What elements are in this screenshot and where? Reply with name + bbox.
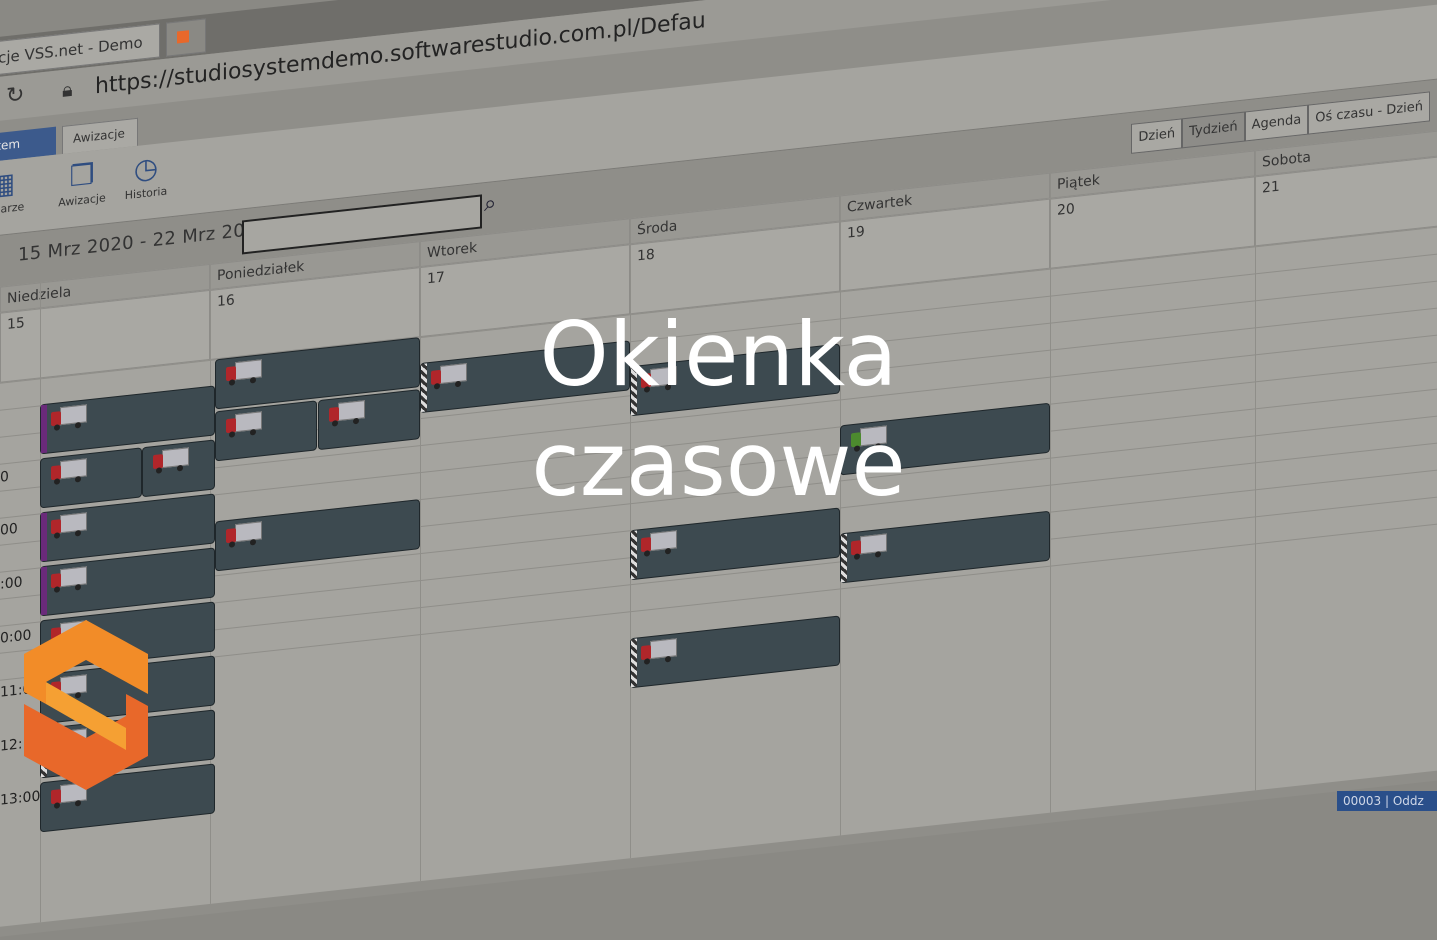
truck-icon: [641, 638, 677, 665]
appointment-block[interactable]: [840, 510, 1050, 584]
close-icon[interactable]: ×: [157, 30, 160, 49]
view-week[interactable]: Tydzień: [1182, 111, 1245, 149]
time-label: 13:00: [0, 788, 41, 809]
truck-icon: [641, 530, 677, 557]
truck-icon: [51, 566, 87, 593]
view-timeline-day[interactable]: Oś czasu - Dzień: [1308, 91, 1430, 135]
status-hatch: [841, 533, 847, 583]
time-label: 00: [0, 520, 18, 539]
view-agenda[interactable]: Agenda: [1244, 104, 1309, 142]
status-stripe: [41, 566, 47, 616]
status-hatch: [631, 530, 637, 580]
overlay-title-line1: Okienka: [539, 303, 898, 406]
calendars-button[interactable]: ▦ endarze: [0, 163, 34, 219]
lock-icon: 🔒︎: [62, 76, 73, 103]
browser-tab-second[interactable]: [166, 18, 206, 57]
search-icon[interactable]: ⌕: [484, 191, 496, 217]
favicon-icon: [177, 30, 189, 44]
refresh-icon[interactable]: ↻: [6, 82, 24, 109]
status-hatch: [631, 638, 637, 688]
history-icon: ◷: [133, 150, 159, 187]
overlay-title: Okienka czasowe: [0, 300, 1437, 520]
softwarestudio-logo: [24, 620, 148, 790]
overlay-title-line2: czasowe: [531, 413, 906, 516]
truck-icon: [851, 533, 887, 560]
awizacje-button[interactable]: ❐ Awizacje: [50, 154, 114, 210]
calendars-label: endarze: [0, 200, 25, 218]
calendar-icon: ▦: [0, 166, 16, 202]
time-label: :00: [0, 574, 23, 593]
week-grid: Niedziela Poniedziałek Wtorek Środa Czwa…: [0, 130, 1437, 927]
history-button[interactable]: ◷ Historia: [114, 147, 178, 203]
view-day[interactable]: Dzień: [1131, 118, 1183, 154]
appointment-block[interactable]: [630, 615, 840, 689]
status-bar: 00003 | Oddz: [1337, 791, 1437, 811]
truck-icon: [226, 521, 262, 548]
